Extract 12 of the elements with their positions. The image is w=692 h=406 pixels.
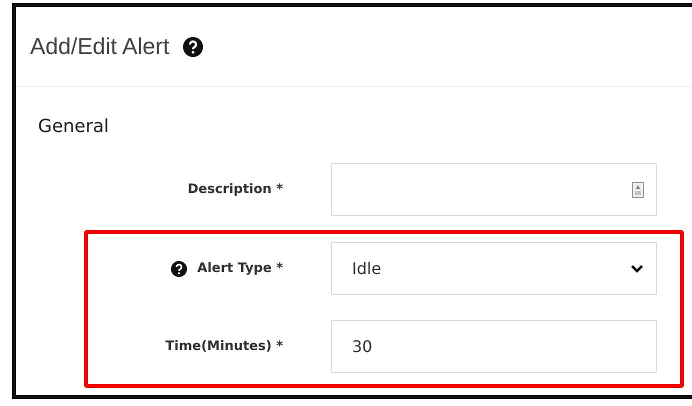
help-icon[interactable]	[183, 36, 204, 56]
help-icon[interactable]	[171, 260, 188, 276]
field-label: Time(Minutes) *	[165, 339, 283, 354]
select-field[interactable]: Idle	[331, 242, 657, 295]
input-field[interactable]	[331, 163, 657, 216]
field-label: Alert Type *	[197, 261, 283, 276]
contact-card-icon	[632, 182, 644, 198]
dialog-title: Add/Edit Alert	[30, 33, 170, 60]
section-title: General	[38, 115, 110, 139]
field-label: Description *	[188, 182, 283, 197]
input-field[interactable]: 30	[331, 320, 657, 373]
chevron-down-icon	[630, 264, 644, 274]
